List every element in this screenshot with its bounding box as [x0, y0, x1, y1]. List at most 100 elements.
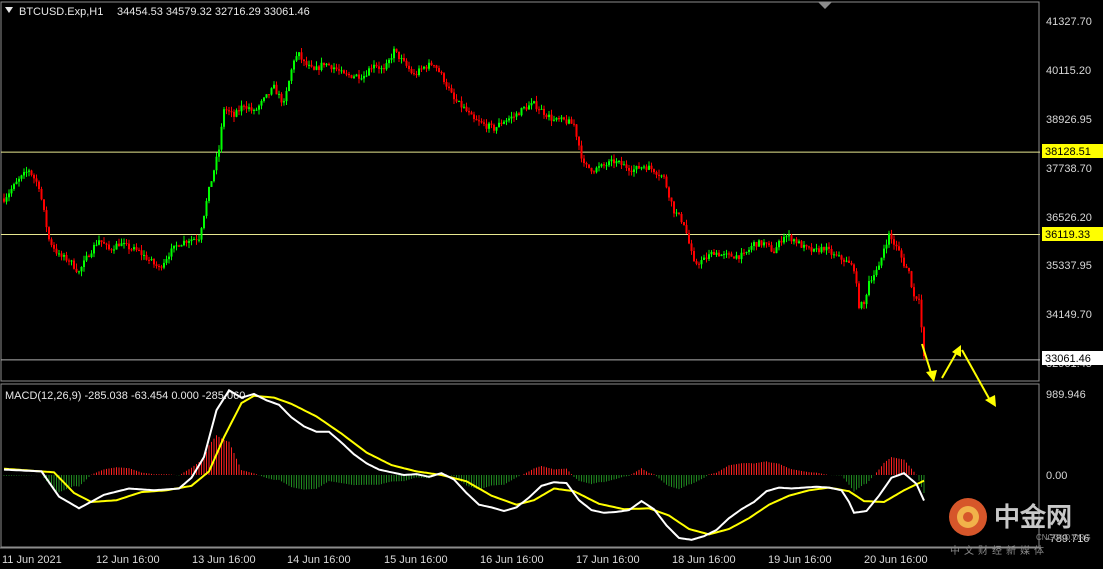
- level-tag: 38128.51: [1045, 146, 1091, 158]
- candle-body: [245, 106, 248, 109]
- candle-body: [458, 100, 460, 102]
- candle-body: [665, 176, 668, 188]
- candle-body: [18, 178, 20, 182]
- candle-body: [13, 184, 15, 189]
- candle-body: [723, 254, 725, 256]
- candle-body: [650, 165, 653, 170]
- candle-body: [845, 260, 848, 262]
- time-tick: 17 Jun 16:00: [576, 554, 640, 566]
- candle-body: [128, 243, 130, 250]
- candle-body: [365, 75, 368, 77]
- candle-body: [138, 249, 140, 251]
- candle-body: [465, 106, 468, 112]
- candle-body: [250, 107, 253, 111]
- candle-body: [763, 242, 765, 246]
- candle-body: [330, 65, 333, 70]
- candle-body: [553, 119, 555, 121]
- candle-body: [695, 261, 698, 264]
- candle-body: [103, 242, 105, 244]
- candle-body: [395, 48, 398, 52]
- candle-body: [233, 111, 235, 117]
- candle-body: [883, 248, 885, 258]
- candle-body: [268, 94, 270, 96]
- candle-body: [705, 257, 708, 259]
- candle-body: [880, 257, 883, 266]
- price-tick: 35337.95: [1046, 260, 1092, 272]
- candle-body: [290, 69, 293, 81]
- candle-body: [815, 248, 818, 250]
- candle: [350, 74, 353, 79]
- candle-body: [713, 252, 715, 255]
- candle-body: [155, 264, 158, 266]
- candle-body: [525, 107, 528, 110]
- candle-body: [493, 124, 495, 131]
- candle-body: [635, 165, 638, 170]
- candle-body: [688, 233, 690, 244]
- candle-body: [748, 249, 750, 252]
- candle-body: [660, 175, 663, 177]
- candle-body: [380, 68, 383, 70]
- candle-body: [315, 66, 318, 70]
- candle-body: [158, 265, 160, 267]
- candle-body: [620, 160, 623, 165]
- candle-body: [238, 110, 240, 112]
- candle-body: [523, 107, 525, 109]
- candle-body: [875, 269, 878, 276]
- candle-body: [180, 245, 183, 247]
- candle-body: [813, 248, 815, 252]
- candle-body: [350, 75, 353, 78]
- candle-body: [335, 67, 338, 70]
- level-tag: 33061.46: [1045, 353, 1091, 365]
- candle-body: [605, 165, 608, 167]
- candle-body: [543, 108, 545, 115]
- candle-body: [275, 84, 278, 95]
- candle-body: [393, 48, 395, 59]
- candle-body: [143, 254, 145, 256]
- candle-body: [385, 63, 388, 70]
- candle-body: [738, 255, 740, 260]
- candle-body: [573, 123, 575, 125]
- candle-body: [565, 119, 568, 124]
- price-tick: 36526.20: [1046, 212, 1092, 224]
- candle-body: [905, 266, 908, 268]
- candle-body: [518, 113, 520, 116]
- candle-body: [40, 189, 43, 200]
- candle-body: [913, 287, 915, 297]
- candle-body: [185, 240, 188, 243]
- candle-body: [35, 178, 38, 182]
- candle-body: [115, 243, 118, 250]
- candle-body: [595, 167, 598, 173]
- candle-body: [818, 248, 820, 253]
- candle-body: [515, 113, 518, 117]
- candle-body: [533, 101, 535, 104]
- candle-body: [613, 159, 615, 164]
- time-tick: 12 Jun 16:00: [96, 554, 160, 566]
- candle-body: [70, 260, 73, 262]
- candle-body: [865, 294, 868, 305]
- candle: [920, 294, 923, 333]
- candle-body: [33, 174, 35, 179]
- candle-body: [3, 198, 5, 202]
- candle-body: [153, 259, 155, 265]
- candle-body: [550, 114, 553, 121]
- candle-body: [273, 84, 275, 89]
- candle-body: [198, 239, 200, 241]
- watermark-brand: 中金网: [994, 502, 1072, 532]
- candle: [213, 169, 215, 183]
- candle-body: [768, 243, 770, 246]
- candle: [203, 215, 205, 230]
- candle-body: [348, 73, 350, 76]
- candle-body: [843, 259, 845, 262]
- candle-body: [570, 119, 573, 124]
- candle-body: [300, 52, 303, 60]
- candle-body: [640, 167, 643, 169]
- price-chart: BTCUSD.Exp,H1 34454.53 34579.32 32716.29…: [0, 0, 1103, 569]
- candle-body: [253, 109, 255, 111]
- candle-body: [65, 254, 68, 261]
- candle-body: [445, 82, 448, 87]
- candle-body: [20, 175, 23, 179]
- candle-body: [438, 68, 440, 72]
- candle: [220, 123, 223, 153]
- candle-body: [288, 80, 290, 92]
- candle-body: [243, 105, 245, 107]
